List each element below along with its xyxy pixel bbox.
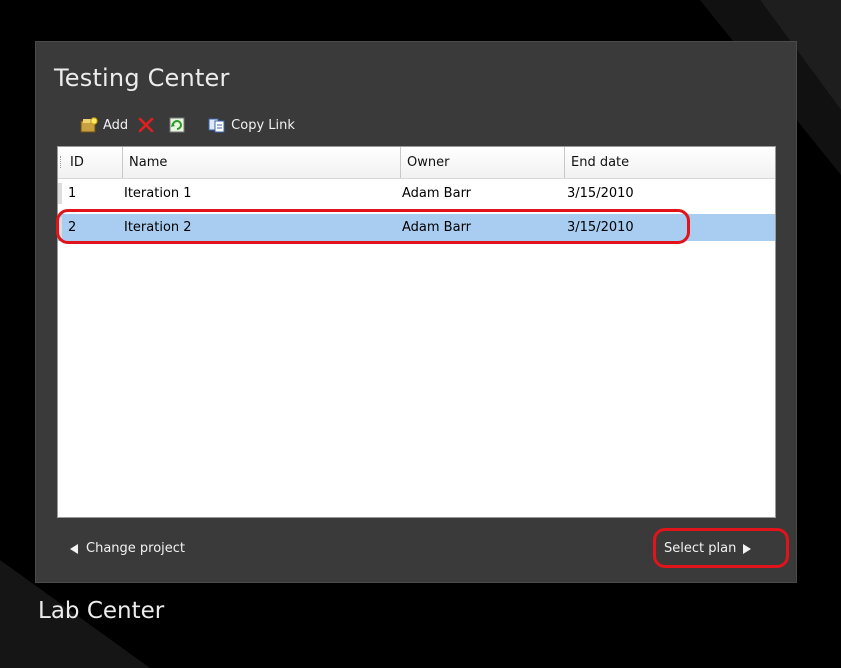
select-plan-label: Select plan: [664, 541, 737, 556]
refresh-icon: [169, 117, 185, 133]
select-plan-button[interactable]: Select plan: [664, 541, 752, 556]
cell-id: 2: [68, 220, 77, 235]
row-indicator: [58, 217, 62, 238]
delete-button[interactable]: [138, 117, 159, 133]
cell-name: Iteration 2: [124, 220, 192, 235]
column-header-id[interactable]: ID: [64, 147, 122, 178]
test-plan-grid[interactable]: ID Name Owner End date 1 Iteration 1 Ada…: [57, 146, 776, 518]
copy-link-label: Copy Link: [231, 117, 295, 133]
triangle-right-icon: [743, 543, 752, 554]
column-header-owner[interactable]: Owner: [400, 147, 564, 178]
column-header-name[interactable]: Name: [122, 147, 400, 178]
triangle-left-icon: [70, 543, 78, 554]
copy-link-icon: [208, 118, 225, 133]
add-button[interactable]: Add: [80, 117, 128, 133]
grid-header: ID Name Owner End date: [58, 147, 775, 179]
change-project-button[interactable]: Change project: [69, 541, 185, 556]
cell-end-date: 3/15/2010: [567, 186, 634, 201]
change-project-label: Change project: [86, 541, 186, 556]
table-row[interactable]: 1 Iteration 1 Adam Barr 3/15/2010: [58, 180, 775, 207]
delete-x-icon: [138, 117, 154, 133]
table-row-selected[interactable]: 2 Iteration 2 Adam Barr 3/15/2010: [58, 214, 775, 241]
row-indicator: [58, 183, 62, 204]
cell-name: Iteration 1: [124, 186, 192, 201]
copy-link-button[interactable]: Copy Link: [208, 117, 295, 133]
toolbar: Add Copy Link: [80, 114, 305, 136]
add-label: Add: [103, 117, 129, 133]
cell-owner: Adam Barr: [402, 186, 472, 201]
add-plan-icon: [80, 117, 98, 133]
cell-owner: Adam Barr: [402, 220, 472, 235]
testing-center-panel: Testing Center Add Copy Link ID Name Own…: [35, 41, 797, 583]
page-title: Testing Center: [54, 64, 230, 92]
column-header-end-date[interactable]: End date: [564, 147, 775, 178]
cell-end-date: 3/15/2010: [567, 220, 634, 235]
lab-center-title[interactable]: Lab Center: [38, 598, 164, 624]
refresh-button[interactable]: [169, 117, 190, 133]
cell-id: 1: [68, 186, 77, 201]
